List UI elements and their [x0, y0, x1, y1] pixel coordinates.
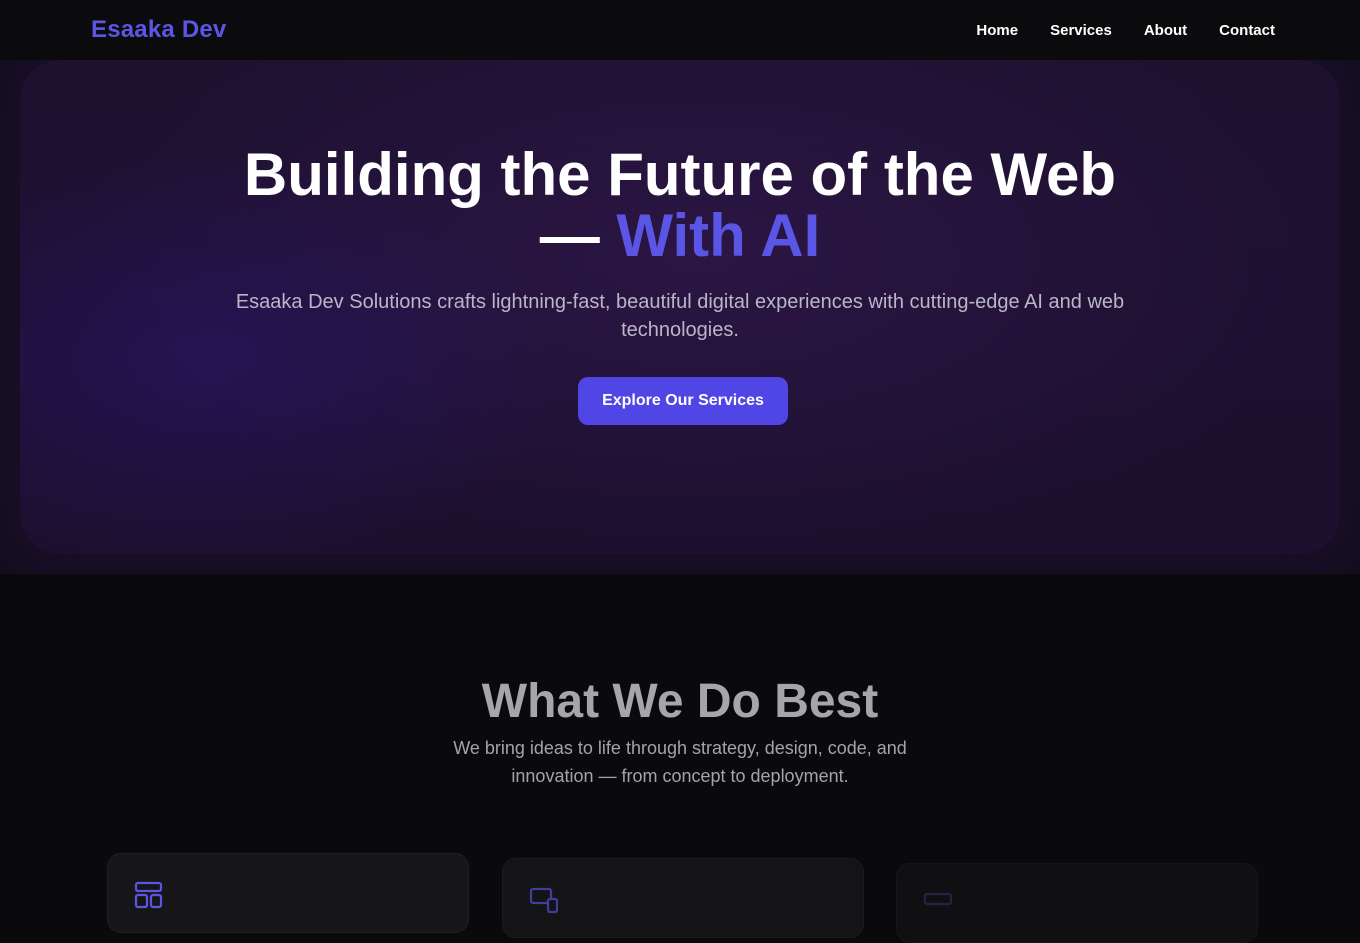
nav-links: Home Services About Contact — [976, 22, 1275, 39]
hero-section: Building the Future of the Web — With AI… — [0, 60, 1360, 574]
hero-title: Building the Future of the Web — With AI — [0, 144, 1360, 266]
service-card[interactable] — [896, 863, 1258, 943]
services-subtitle: We bring ideas to life through strategy,… — [453, 738, 907, 786]
nav-link-about[interactable]: About — [1144, 22, 1187, 39]
nav-link-home[interactable]: Home — [976, 22, 1018, 39]
layout-icon — [134, 881, 163, 909]
explore-services-button[interactable]: Explore Our Services — [578, 377, 788, 425]
nav-link-contact[interactable]: Contact — [1219, 22, 1275, 39]
devices-icon — [529, 887, 559, 914]
services-section: What We Do Best We bring ideas to life t… — [0, 574, 1360, 943]
hero-title-accent: With AI — [616, 202, 821, 269]
service-card[interactable] — [502, 858, 864, 938]
navbar: Esaaka Dev Home Services About Contact — [0, 0, 1360, 60]
services-title: What We Do Best — [481, 675, 879, 728]
hero-title-line1: Building the Future of the Web — [243, 141, 1117, 208]
service-card[interactable] — [107, 853, 469, 933]
brand-logo[interactable]: Esaaka Dev — [91, 16, 226, 44]
hero-title-dash: — — [539, 202, 617, 269]
hero-subtitle: Esaaka Dev Solutions crafts lightning-fa… — [235, 291, 1125, 341]
window-icon — [923, 892, 953, 906]
nav-link-services[interactable]: Services — [1050, 22, 1112, 39]
